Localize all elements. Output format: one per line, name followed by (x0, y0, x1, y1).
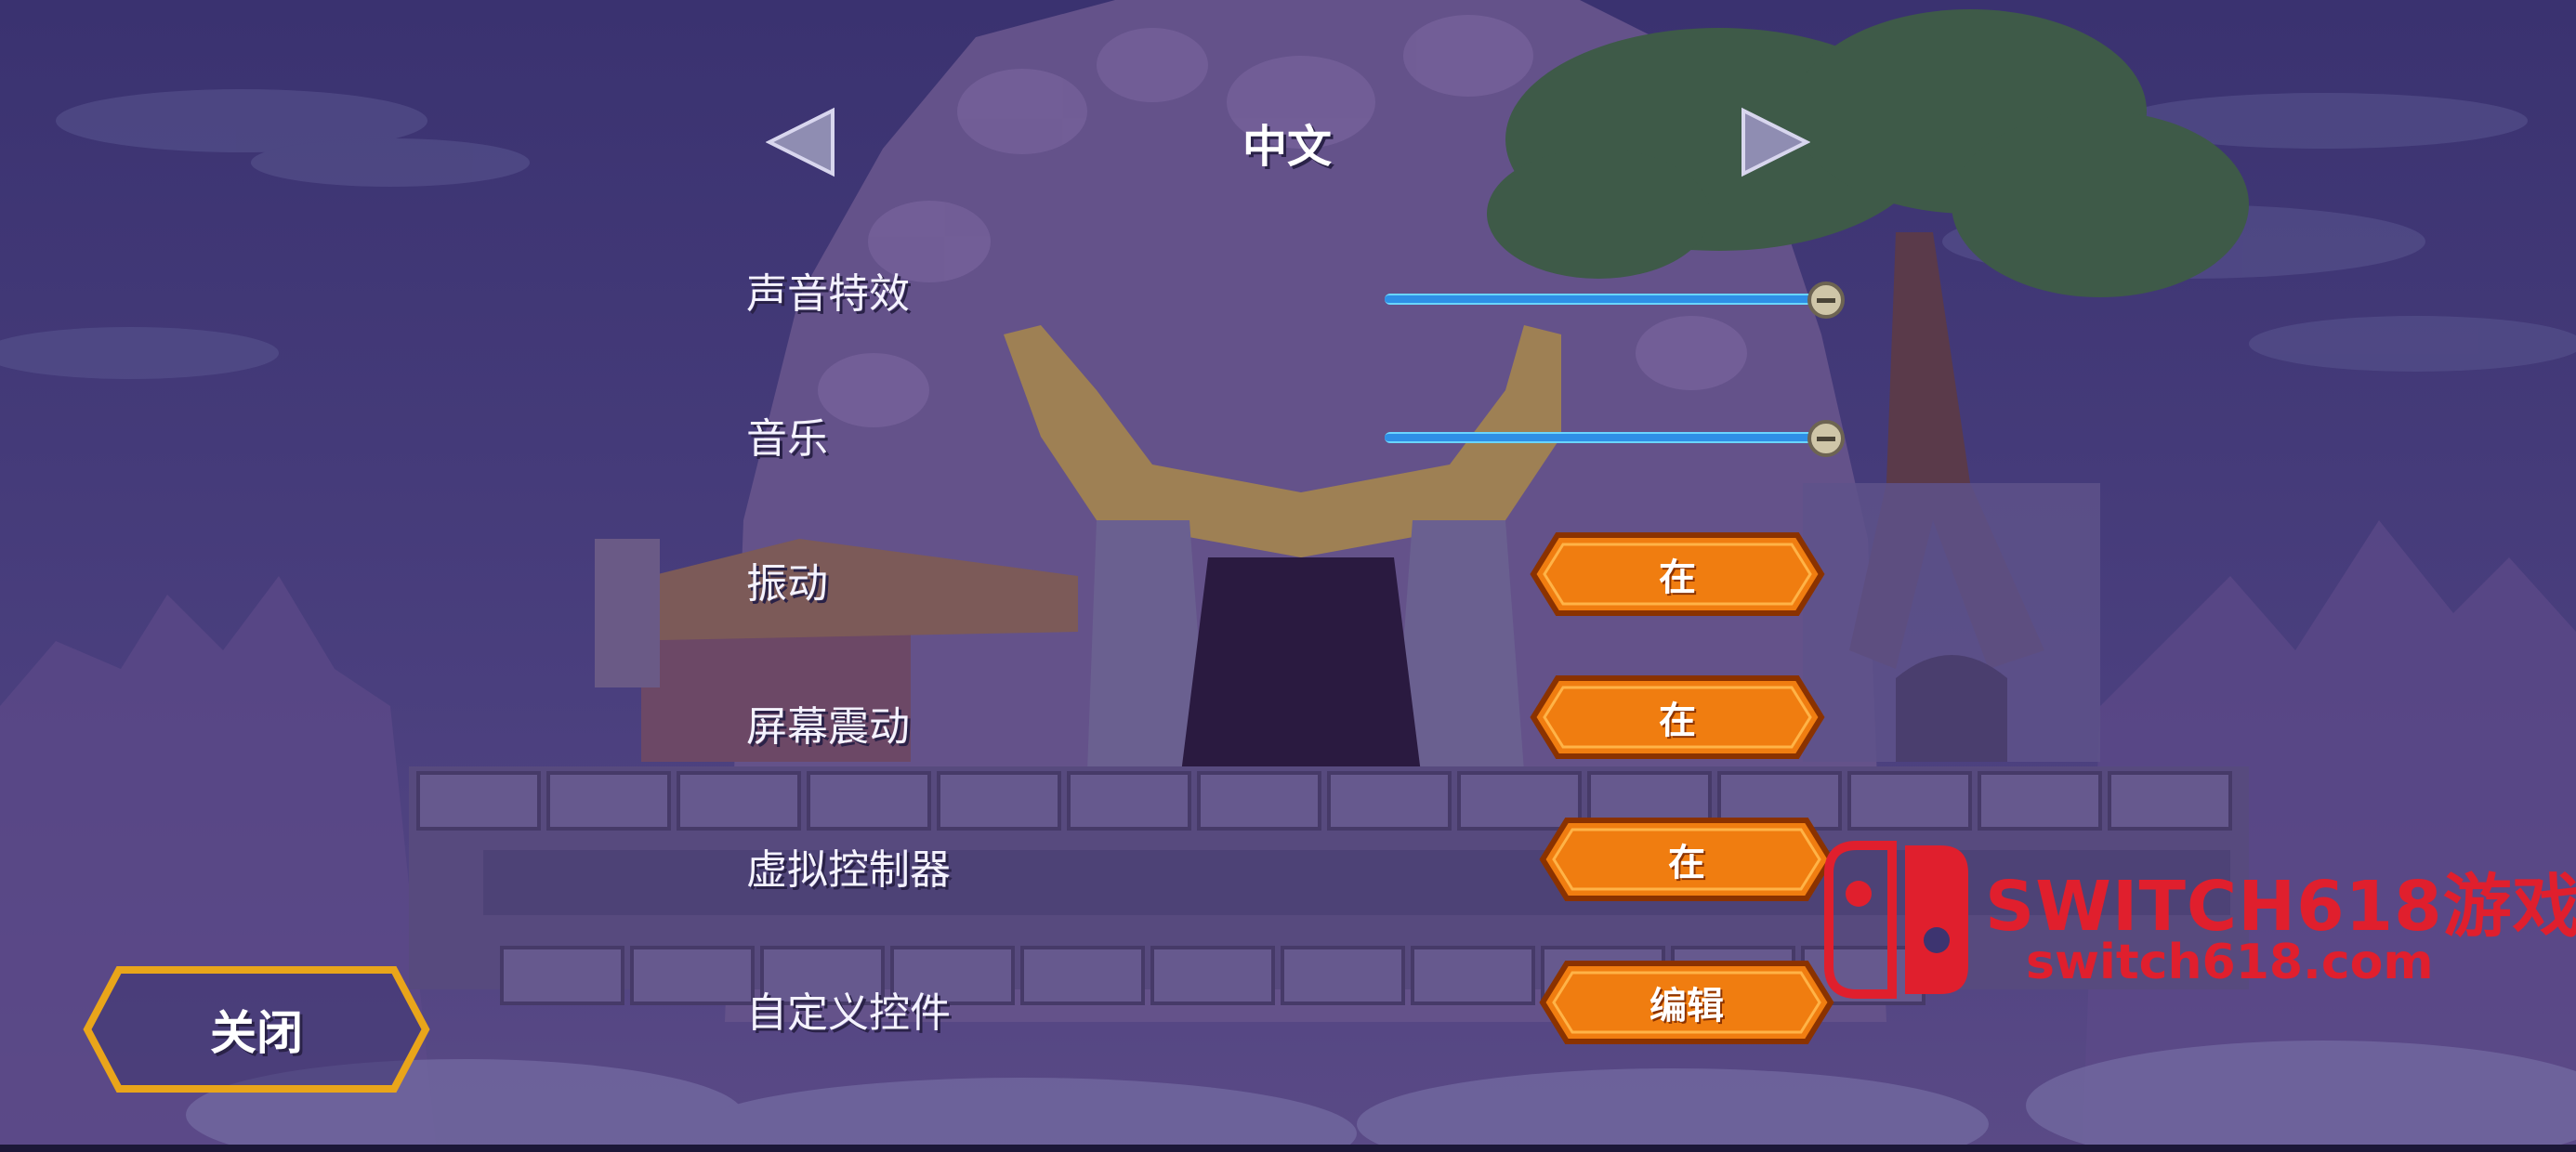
site-watermark: SWITCH618游戏 switch618.com (1820, 836, 2576, 1003)
slider-knob[interactable] (1807, 420, 1845, 457)
slider-fill (1385, 434, 1826, 441)
slider-fill (1385, 295, 1826, 303)
close-button[interactable]: 关闭 (82, 964, 431, 1094)
virtual-controller-toggle-text: 在 (1668, 842, 1705, 884)
music-slider[interactable] (1385, 420, 1845, 457)
music-label: 音乐 (746, 415, 828, 463)
screen-shake-toggle-button[interactable]: 在 (1530, 674, 1825, 760)
right-triangle-arrow-icon (1741, 107, 1810, 177)
slider-knob[interactable] (1807, 281, 1845, 319)
vibration-toggle-text: 在 (1659, 556, 1696, 599)
screen-shake-toggle-text: 在 (1659, 700, 1696, 742)
left-triangle-arrow-icon (766, 107, 835, 177)
current-language-label: 中文 (1242, 121, 1332, 173)
custom-controls-edit-button[interactable]: 编辑 (1539, 960, 1834, 1045)
custom-controls-label: 自定义控件 (746, 989, 951, 1037)
screen-shake-label: 屏幕震动 (746, 703, 910, 751)
language-next-button[interactable] (1740, 107, 1810, 177)
sound-effects-label: 声音特效 (746, 270, 910, 318)
custom-controls-edit-text: 编辑 (1649, 985, 1724, 1028)
close-button-label: 关闭 (210, 1006, 303, 1060)
virtual-controller-label: 虚拟控制器 (746, 846, 951, 894)
virtual-controller-toggle-button[interactable]: 在 (1539, 817, 1834, 902)
vibration-label: 振动 (746, 560, 828, 608)
nintendo-switch-logo-icon (1824, 841, 1968, 999)
sound-effects-slider[interactable] (1385, 281, 1845, 319)
watermark-url: switch618.com (2026, 935, 2434, 990)
bottom-edge-bar (0, 1145, 2576, 1152)
language-prev-button[interactable] (766, 107, 836, 177)
vibration-toggle-button[interactable]: 在 (1530, 531, 1825, 617)
